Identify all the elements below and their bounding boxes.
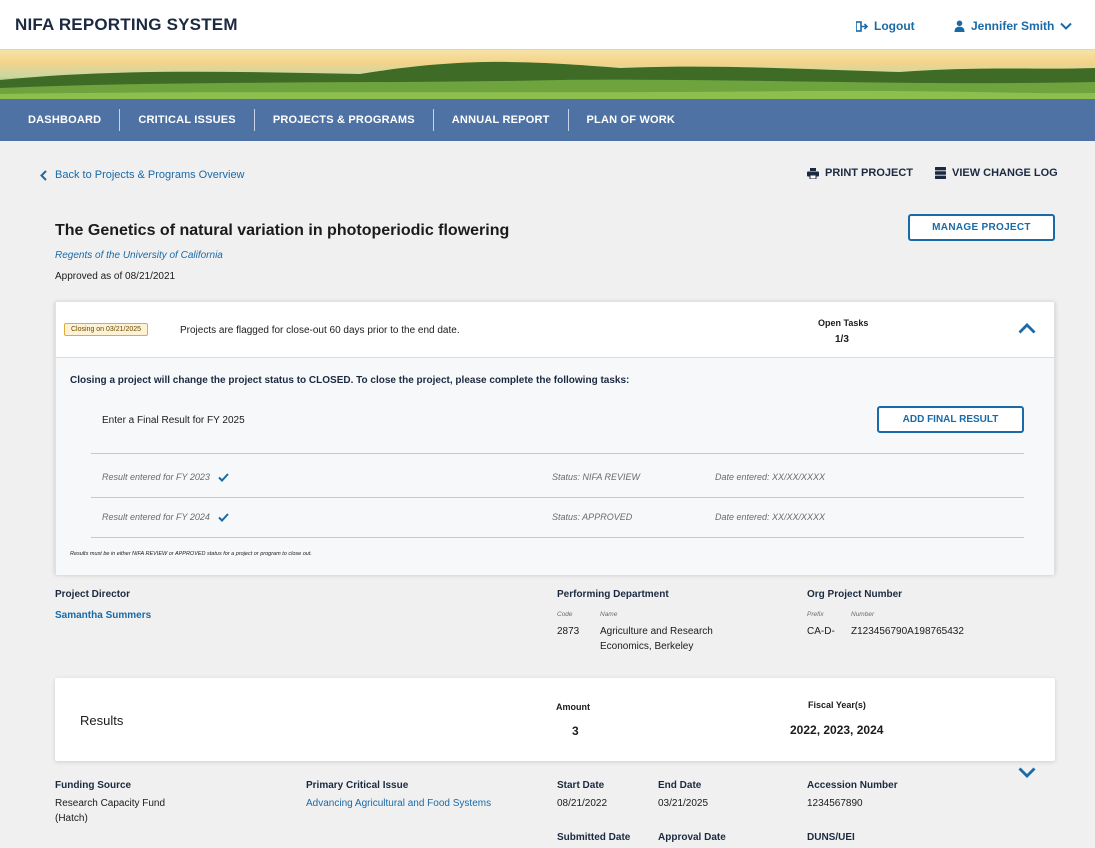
- app-title: NIFA REPORTING SYSTEM: [15, 15, 238, 34]
- closeout-panel: Closing on 03/21/2025 Projects are flagg…: [55, 301, 1055, 575]
- logout-label: Logout: [874, 19, 915, 33]
- amount-label: Amount: [556, 702, 590, 712]
- project-title: The Genetics of natural variation in pho…: [55, 222, 510, 239]
- end-date-value: 03/21/2025: [658, 798, 709, 809]
- log-icon: [935, 167, 946, 179]
- nav-dashboard[interactable]: DASHBOARD: [10, 109, 121, 131]
- dept-name-value-line1: Agriculture and Research: [600, 626, 713, 637]
- top-bar: NIFA REPORTING SYSTEM Logout Jennifer Sm…: [0, 0, 1095, 50]
- printer-icon: [807, 167, 819, 179]
- open-tasks-count: 1/3: [835, 334, 849, 345]
- result-label: Result entered for FY 2023: [102, 472, 229, 482]
- main-nav: DASHBOARD CRITICAL ISSUES PROJECTS & PRO…: [0, 99, 1095, 141]
- primary-critical-issue-link[interactable]: Advancing Agricultural and Food Systems: [306, 798, 491, 809]
- logout-link[interactable]: Logout: [856, 19, 915, 33]
- results-panel[interactable]: Results Amount 3 Fiscal Year(s) 2022, 20…: [55, 678, 1055, 761]
- open-tasks-label: Open Tasks: [818, 318, 869, 328]
- chevron-down-icon: [1060, 22, 1073, 30]
- result-status: Status: APPROVED: [552, 512, 633, 522]
- org-prefix-label: Prefix: [807, 611, 824, 618]
- primary-critical-issue-label: Primary Critical Issue: [306, 780, 409, 791]
- chevron-down-icon[interactable]: [1018, 767, 1036, 779]
- result-status: Status: NIFA REVIEW: [552, 472, 641, 482]
- task-divider: [91, 453, 1024, 454]
- closeout-instructions: Closing a project will change the projec…: [70, 375, 630, 386]
- view-change-log-link[interactable]: VIEW CHANGE LOG: [935, 167, 1058, 179]
- org-prefix-value: CA-D-: [807, 626, 835, 637]
- start-date-label: Start Date: [557, 780, 605, 791]
- checkmark-icon: [218, 512, 229, 522]
- changelog-label: VIEW CHANGE LOG: [952, 167, 1058, 179]
- closeout-body: Closing a project will change the projec…: [56, 358, 1054, 575]
- dept-code-label: Code: [557, 611, 573, 618]
- result-label-text: Result entered for FY 2023: [102, 472, 210, 482]
- dept-name-label: Name: [600, 611, 618, 618]
- result-row: Result entered for FY 2023 Status: NIFA …: [91, 458, 1024, 498]
- chevron-up-icon[interactable]: [1018, 322, 1036, 334]
- user-icon: [954, 20, 965, 32]
- fiscal-years-value: 2022, 2023, 2024: [790, 723, 884, 737]
- org-number-value: Z123456790A198765432: [851, 626, 964, 637]
- final-result-task: Enter a Final Result for FY 2025: [102, 415, 245, 426]
- nav-plan-of-work[interactable]: PLAN OF WORK: [569, 109, 694, 131]
- closeout-header[interactable]: Closing on 03/21/2025 Projects are flagg…: [56, 302, 1054, 358]
- funding-source-label: Funding Source: [55, 780, 132, 791]
- closing-date-badge: Closing on 03/21/2025: [64, 323, 149, 336]
- result-row: Result entered for FY 2024 Status: APPRO…: [91, 498, 1024, 538]
- dept-name-value-line2: Economics, Berkeley: [600, 641, 694, 652]
- org-project-number-label: Org Project Number: [807, 589, 903, 600]
- logout-icon: [856, 20, 868, 32]
- task-divider: [91, 537, 1024, 538]
- banner-landscape-image: [0, 61, 1095, 99]
- result-label-text: Result entered for FY 2024: [102, 512, 210, 522]
- amount-value: 3: [572, 724, 579, 738]
- result-label: Result entered for FY 2024: [102, 512, 229, 522]
- nav-projects-programs[interactable]: PROJECTS & PROGRAMS: [255, 109, 434, 131]
- start-date-value: 08/21/2022: [557, 798, 608, 809]
- back-link[interactable]: Back to Projects & Programs Overview: [40, 169, 245, 181]
- chevron-left-icon: [40, 169, 47, 181]
- fiscal-years-label: Fiscal Year(s): [808, 700, 866, 710]
- checkmark-icon: [218, 472, 229, 482]
- funding-source-value-line1: Research Capacity Fund: [55, 798, 166, 809]
- print-label: PRINT PROJECT: [825, 167, 914, 179]
- approval-date-label: Approval Date: [658, 832, 726, 843]
- add-final-result-button[interactable]: ADD FINAL RESULT: [877, 406, 1024, 433]
- dept-code-value: 2873: [557, 626, 580, 637]
- nav-annual-report[interactable]: ANNUAL REPORT: [434, 109, 569, 131]
- result-date: Date entered: XX/XX/XXXX: [715, 472, 826, 482]
- result-date: Date entered: XX/XX/XXXX: [715, 512, 826, 522]
- institution-link[interactable]: Regents of the University of California: [55, 250, 223, 261]
- duns-uei-label: DUNS/UEI: [807, 832, 855, 843]
- performing-department-label: Performing Department: [557, 589, 669, 600]
- user-name: Jennifer Smith: [971, 19, 1055, 33]
- back-label: Back to Projects & Programs Overview: [55, 169, 245, 181]
- accession-number-value: 1234567890: [807, 798, 863, 809]
- funding-source-value-line2: (Hatch): [55, 813, 88, 824]
- end-date-label: End Date: [658, 780, 702, 791]
- approval-status: Approved as of 08/21/2021: [55, 271, 176, 282]
- print-project-link[interactable]: PRINT PROJECT: [807, 167, 913, 179]
- nav-critical-issues[interactable]: CRITICAL ISSUES: [120, 109, 255, 131]
- closeout-note: Results must be in either NIFA REVIEW or…: [70, 551, 312, 557]
- project-director-label: Project Director: [55, 589, 131, 600]
- org-number-label: Number: [851, 611, 875, 618]
- submitted-date-label: Submitted Date: [557, 832, 631, 843]
- manage-project-button[interactable]: MANAGE PROJECT: [908, 214, 1055, 241]
- results-title: Results: [80, 713, 124, 728]
- project-director-link[interactable]: Samantha Summers: [55, 610, 151, 621]
- closeout-flag-text: Projects are flagged for close-out 60 da…: [180, 325, 460, 336]
- landscape-banner: [0, 50, 1095, 99]
- user-menu[interactable]: Jennifer Smith: [954, 19, 1073, 33]
- accession-number-label: Accession Number: [807, 780, 898, 791]
